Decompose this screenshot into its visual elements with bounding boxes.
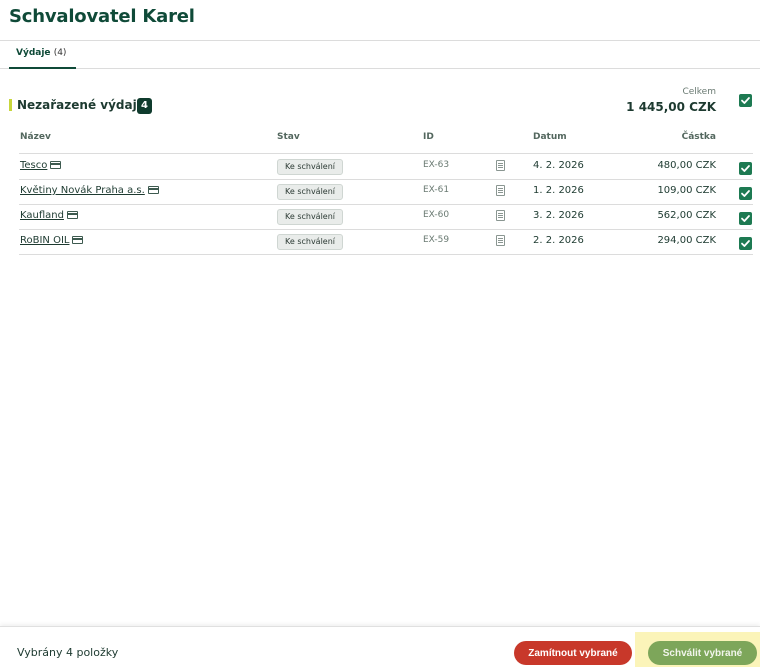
expense-name-link[interactable]: Kaufland (20, 210, 78, 221)
total-label: Celkem (682, 87, 716, 97)
column-header-amount: Částka (681, 132, 716, 142)
check-icon (741, 190, 750, 197)
row-checkbox[interactable] (739, 187, 752, 200)
document-icon[interactable] (496, 235, 505, 246)
check-icon (741, 215, 750, 222)
tab-expenses[interactable]: Výdaje (4) (9, 41, 76, 69)
select-all-checkbox[interactable] (739, 94, 752, 107)
row-checkbox[interactable] (739, 237, 752, 250)
card-icon (147, 186, 159, 194)
expense-id: EX-61 (423, 185, 450, 195)
action-footer: Vybrány 4 položky Zamítnout vybrané Schv… (0, 626, 760, 667)
total-value: 1 445,00 CZK (626, 100, 716, 114)
section-title: Nezařazené výdaje (17, 98, 145, 112)
expense-date: 2. 2. 2026 (533, 235, 584, 246)
expense-amount: 294,00 CZK (657, 235, 716, 246)
tab-expenses-label: Výdaje (16, 48, 51, 58)
status-badge: Ke schválení (277, 159, 344, 175)
card-icon (72, 236, 84, 244)
row-checkbox[interactable] (739, 162, 752, 175)
expense-amount: 480,00 CZK (657, 160, 716, 171)
document-icon[interactable] (496, 210, 505, 221)
section-count-badge: 4 (137, 98, 152, 114)
document-icon[interactable] (496, 185, 505, 196)
check-icon (741, 165, 750, 172)
page-header: Schvalovatel Karel (0, 0, 760, 41)
column-header-date: Datum (533, 132, 567, 142)
expense-date: 3. 2. 2026 (533, 210, 584, 221)
document-icon[interactable] (496, 160, 505, 171)
reject-selected-button[interactable]: Zamítnout vybrané (514, 641, 632, 665)
page-title: Schvalovatel Karel (9, 6, 195, 27)
card-icon (50, 161, 62, 169)
selected-count-text: Vybrány 4 položky (17, 646, 119, 659)
status-badge: Ke schválení (277, 234, 344, 250)
table-row: Květiny Novák Praha a.s. Ke schválení EX… (19, 179, 753, 205)
expense-amount: 562,00 CZK (657, 210, 716, 221)
expense-id: EX-63 (423, 160, 450, 170)
column-header-status: Stav (277, 132, 300, 142)
status-badge: Ke schválení (277, 209, 344, 225)
row-checkbox[interactable] (739, 212, 752, 225)
expense-name-link[interactable]: Květiny Novák Praha a.s. (20, 185, 159, 196)
tab-expenses-count: (4) (53, 48, 67, 58)
tab-bar: Výdaje (4) (0, 41, 760, 69)
table-row: Tesco Ke schválení EX-63 4. 2. 2026 480,… (19, 154, 753, 180)
approve-highlight: Schválit vybrané (635, 632, 760, 667)
check-icon (741, 240, 750, 247)
column-header-name: Název (20, 132, 51, 142)
status-badge: Ke schválení (277, 184, 344, 200)
section-accent-bar (9, 99, 12, 111)
check-icon (741, 97, 750, 104)
approve-selected-button[interactable]: Schválit vybrané (648, 641, 757, 665)
table-row: Kaufland Ke schválení EX-60 3. 2. 2026 5… (19, 204, 753, 230)
expense-id: EX-59 (423, 235, 450, 245)
expense-name-link[interactable]: RoBIN OIL (20, 235, 84, 246)
expense-date: 1. 2. 2026 (533, 185, 584, 196)
table-row: RoBIN OIL Ke schválení EX-59 2. 2. 2026 … (19, 229, 753, 255)
expense-name-link[interactable]: Tesco (20, 160, 62, 171)
expense-amount: 109,00 CZK (657, 185, 716, 196)
column-header-id: ID (423, 132, 434, 142)
card-icon (66, 211, 78, 219)
expense-date: 4. 2. 2026 (533, 160, 584, 171)
expense-id: EX-60 (423, 210, 450, 220)
